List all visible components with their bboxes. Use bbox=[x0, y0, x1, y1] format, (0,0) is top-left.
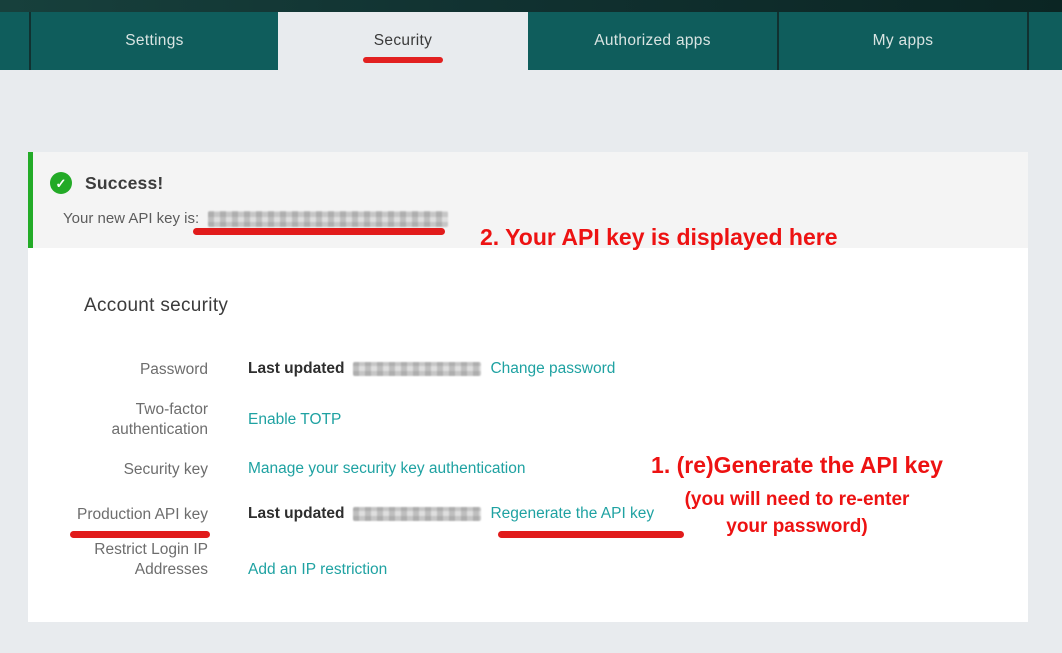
row-password-label: Password bbox=[60, 360, 208, 380]
row-two-factor-label: Two-factor authentication bbox=[60, 400, 208, 439]
tab-security-label: Security bbox=[374, 32, 432, 50]
success-title: Success! bbox=[85, 173, 163, 194]
annotation-underline-production-api-key bbox=[70, 531, 210, 538]
row-password: Password Last updated Change password bbox=[60, 360, 1010, 380]
tab-settings-label: Settings bbox=[125, 32, 183, 50]
tab-settings[interactable]: Settings bbox=[29, 12, 278, 70]
password-last-updated: Last updated bbox=[248, 360, 344, 378]
tab-security[interactable]: Security bbox=[278, 12, 528, 70]
account-security-card: Account security Password Last updated C… bbox=[28, 248, 1028, 622]
success-check-icon: ✓ bbox=[50, 172, 72, 194]
annotation-underline-security-tab bbox=[363, 57, 443, 63]
redacted-password-date bbox=[353, 362, 481, 376]
add-ip-restriction-link[interactable]: Add an IP restriction bbox=[248, 561, 387, 579]
row-security-key-label: Security key bbox=[60, 460, 208, 480]
tab-edge-right[interactable] bbox=[1027, 12, 1062, 70]
card-heading: Account security bbox=[84, 295, 228, 317]
api-key-last-updated: Last updated bbox=[248, 505, 344, 523]
api-key-message: Your new API key is: bbox=[63, 210, 199, 227]
row-two-factor: Two-factor authentication Enable TOTP bbox=[60, 400, 1010, 439]
row-restrict-ip-label: Restrict Login IP Addresses bbox=[60, 540, 208, 579]
redacted-api-key-date bbox=[353, 507, 481, 521]
row-production-api-key-label: Production API key bbox=[60, 505, 208, 525]
tab-authorized-apps[interactable]: Authorized apps bbox=[528, 12, 777, 70]
tab-my-apps[interactable]: My apps bbox=[777, 12, 1027, 70]
annotation-step-1-sub1: (you will need to re-enter bbox=[608, 486, 986, 513]
enable-totp-link[interactable]: Enable TOTP bbox=[248, 411, 341, 429]
change-password-link[interactable]: Change password bbox=[490, 360, 615, 378]
redacted-api-key bbox=[208, 211, 448, 227]
top-bar bbox=[0, 0, 1062, 12]
tab-bar: Settings Security Authorized apps My app… bbox=[0, 12, 1062, 70]
tab-edge-left[interactable] bbox=[0, 12, 29, 70]
annotation-step-1-title: 1. (re)Generate the API key bbox=[608, 451, 986, 479]
row-restrict-ip: Restrict Login IP Addresses Add an IP re… bbox=[60, 540, 1010, 579]
annotation-underline-api-key bbox=[193, 228, 445, 235]
annotation-step-2: 2. Your API key is displayed here bbox=[480, 224, 838, 251]
annotation-step-1-sub2: your password) bbox=[608, 513, 986, 540]
manage-security-key-link[interactable]: Manage your security key authentication bbox=[248, 460, 525, 478]
tab-my-apps-label: My apps bbox=[873, 32, 934, 50]
tab-authorized-apps-label: Authorized apps bbox=[594, 32, 711, 50]
annotation-step-1: 1. (re)Generate the API key (you will ne… bbox=[608, 451, 986, 540]
